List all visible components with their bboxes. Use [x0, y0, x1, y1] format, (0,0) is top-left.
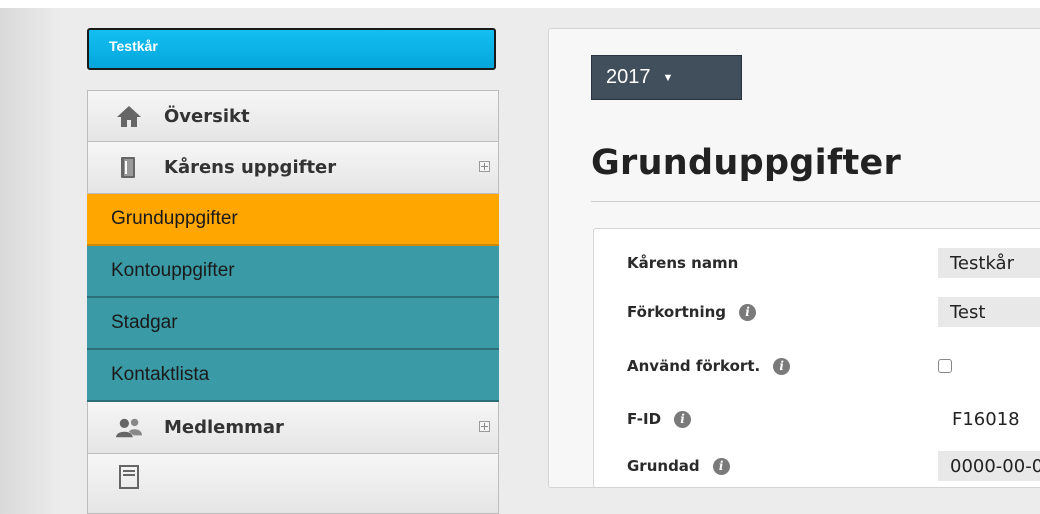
year-value: 2017 [606, 66, 651, 88]
sidebar-subitem-kontaktlista[interactable]: Kontaktlista [87, 350, 499, 402]
field-label-text: Kårens namn [627, 254, 739, 272]
users-icon [116, 415, 142, 441]
top-strip [0, 0, 1040, 8]
sidebar-subitem-label: Grunduppgifter [111, 208, 238, 229]
info-icon[interactable]: i [674, 410, 692, 428]
org-name: Testkår [109, 38, 158, 54]
sidebar-item-label: Översikt [164, 105, 250, 127]
form-row-founded: Grundad i [627, 451, 730, 481]
book-icon [116, 155, 142, 181]
sidebar-subitem-kontouppgifter[interactable]: Kontouppgifter [87, 246, 499, 298]
org-name-field[interactable]: Testkår [938, 248, 1040, 278]
field-label-text: F-ID [627, 410, 662, 428]
field-label: Kårens namn [627, 254, 738, 272]
field-label-text: Förkortning [627, 303, 727, 321]
year-selector[interactable]: 2017 ▼ [591, 55, 742, 100]
org-name-bar[interactable]: Testkår [87, 28, 496, 70]
sidebar-subitem-label: Stadgar [111, 312, 178, 333]
field-label-text: Använd förkort. [627, 357, 761, 375]
sidebar-item-partial[interactable] [87, 454, 499, 514]
sidebar-item-karens-uppgifter[interactable]: Kårens uppgifter [87, 142, 499, 194]
abbreviation-field[interactable]: Test [938, 297, 1040, 327]
sidebar-nav: Översikt Kårens uppgifter Grunduppgifter… [87, 90, 499, 514]
home-icon [116, 103, 142, 129]
document-icon [116, 464, 142, 490]
form-row-fid: F-ID i [627, 404, 692, 434]
info-icon[interactable]: i [712, 457, 730, 475]
expand-icon[interactable] [479, 161, 490, 172]
field-label-text: Grundad [627, 457, 700, 475]
sidebar-item-label: Medlemmar [164, 417, 284, 438]
use-abbreviation-checkbox[interactable] [938, 359, 952, 373]
field-label: Förkortning i [627, 303, 757, 321]
form-row-abbreviation: Förkortning i [627, 297, 757, 327]
founded-field[interactable]: 0000-00-00 [938, 451, 1040, 481]
fid-value: F16018 [952, 408, 1020, 430]
sidebar-subitem-label: Kontouppgifter [111, 260, 235, 281]
title-divider [591, 201, 1040, 202]
page-title: Grunduppgifter [591, 143, 902, 183]
field-label: F-ID i [627, 410, 692, 428]
field-label: Använd förkort. i [627, 357, 791, 375]
sidebar-item-oversikt[interactable]: Översikt [87, 90, 499, 142]
sidebar-item-label: Kårens uppgifter [164, 157, 337, 178]
field-label: Grundad i [627, 457, 730, 475]
form-row-name: Kårens namn [627, 248, 738, 278]
info-icon[interactable]: i [739, 303, 757, 321]
sidebar-subitem-stadgar[interactable]: Stadgar [87, 298, 499, 350]
sidebar-item-medlemmar[interactable]: Medlemmar [87, 402, 499, 454]
form-row-use-abbreviation: Använd förkort. i [627, 351, 791, 381]
sidebar-subitem-grunduppgifter[interactable]: Grunduppgifter [87, 194, 499, 246]
info-icon[interactable]: i [773, 357, 791, 375]
expand-icon[interactable] [479, 421, 490, 432]
caret-down-icon: ▼ [662, 71, 674, 84]
sidebar-subitem-label: Kontaktlista [111, 364, 210, 385]
